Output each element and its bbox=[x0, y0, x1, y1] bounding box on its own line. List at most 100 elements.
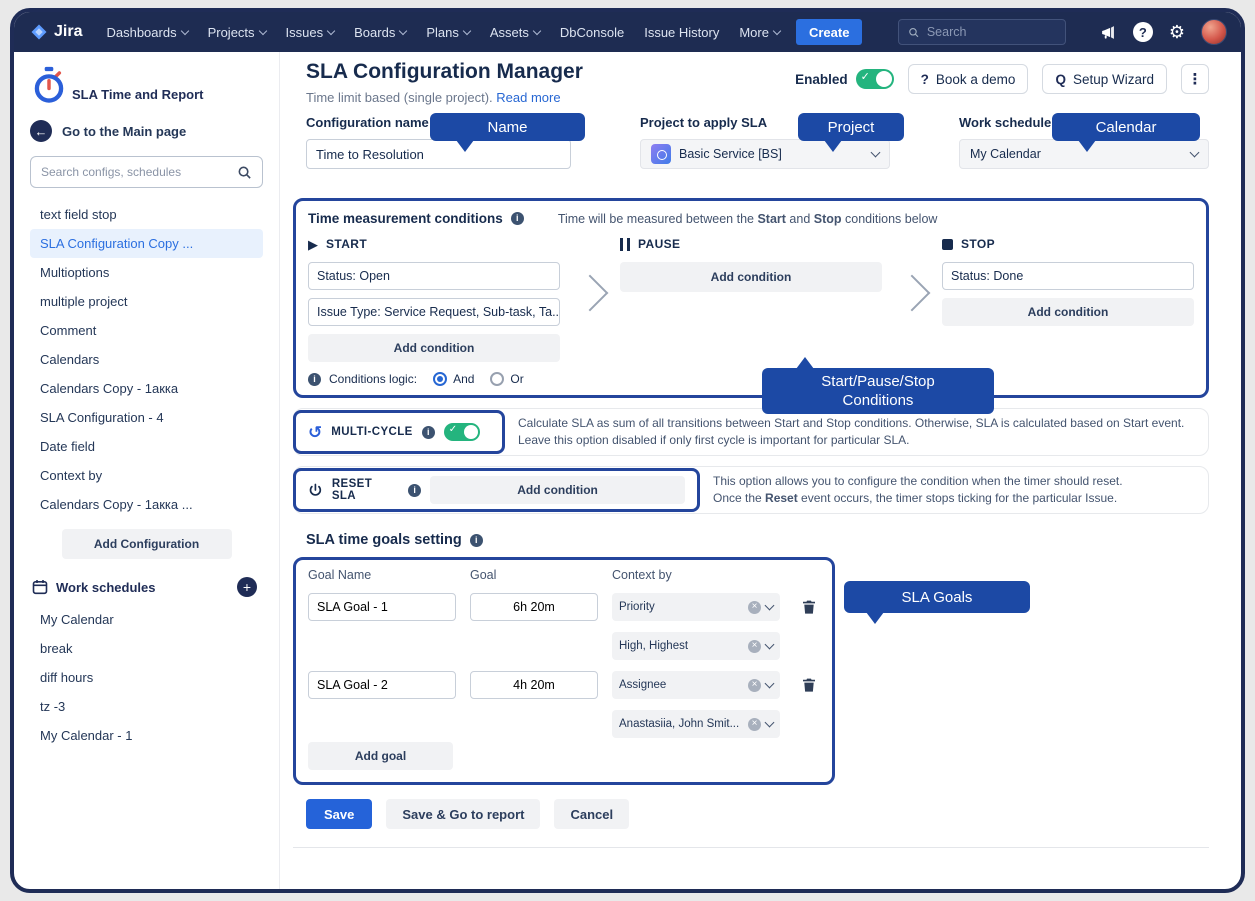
nav-item-plans[interactable]: Plans bbox=[416, 25, 480, 40]
config-name-input[interactable] bbox=[306, 139, 571, 169]
schedule-list-item[interactable]: My Calendar bbox=[30, 605, 263, 634]
add-schedule-button[interactable]: + bbox=[237, 577, 257, 597]
nav-item-boards[interactable]: Boards bbox=[344, 25, 416, 40]
info-icon[interactable] bbox=[408, 484, 421, 497]
start-condition-field[interactable]: Issue Type: Service Request, Sub-task, T… bbox=[308, 298, 560, 326]
start-column: ▶ START Status: Open Issue Type: Service… bbox=[308, 236, 560, 362]
config-list-item[interactable]: SLA Configuration - 4 bbox=[30, 403, 263, 432]
goal-name-input[interactable] bbox=[308, 593, 456, 621]
search-icon bbox=[237, 165, 252, 180]
context-select[interactable]: Priority × bbox=[612, 593, 780, 621]
delete-goal-button[interactable] bbox=[794, 592, 824, 622]
schedule-list: My Calendar break diff hours tz -3 My Ca… bbox=[30, 605, 263, 750]
clear-icon[interactable]: × bbox=[748, 679, 761, 692]
add-reset-condition-button[interactable]: Add condition bbox=[430, 476, 685, 504]
config-list-item-selected[interactable]: SLA Configuration Copy ... bbox=[30, 229, 263, 258]
config-list-item[interactable]: Date field bbox=[30, 432, 263, 461]
save-go-report-button[interactable]: Save & Go to report bbox=[386, 799, 540, 829]
context-value-select[interactable]: Anastasiia, John Smit... × bbox=[612, 710, 780, 738]
top-navbar: Jira Dashboards Projects Issues Boards P… bbox=[14, 12, 1241, 52]
logic-or-radio[interactable]: Or bbox=[490, 372, 523, 386]
info-icon[interactable] bbox=[470, 534, 483, 547]
setup-wizard-button[interactable]: Q Setup Wizard bbox=[1042, 64, 1167, 94]
schedule-list-item[interactable]: tz -3 bbox=[30, 692, 263, 721]
info-icon[interactable] bbox=[511, 212, 524, 225]
power-icon bbox=[308, 483, 323, 498]
config-list-item[interactable]: text field stop bbox=[30, 200, 263, 229]
nav-item-projects[interactable]: Projects bbox=[198, 25, 276, 40]
delete-goal-button[interactable] bbox=[794, 670, 824, 700]
back-to-main-link[interactable]: ← Go to the Main page bbox=[30, 120, 263, 142]
info-icon[interactable] bbox=[422, 426, 435, 439]
gear-icon[interactable]: ⚙ bbox=[1169, 23, 1185, 41]
goal-value-input[interactable] bbox=[470, 593, 598, 621]
chevron-down-icon bbox=[773, 26, 781, 34]
add-pause-condition-button[interactable]: Add condition bbox=[620, 262, 882, 292]
config-search-input[interactable] bbox=[41, 165, 237, 179]
jira-mark-icon bbox=[30, 23, 48, 41]
save-button[interactable]: Save bbox=[306, 799, 372, 829]
enabled-toggle[interactable]: ✓ bbox=[856, 69, 894, 89]
jira-logo[interactable]: Jira bbox=[30, 23, 82, 41]
annotation-callout-calendar: Calendar bbox=[1052, 113, 1200, 141]
reset-sla-description: This option allows you to configure the … bbox=[699, 467, 1137, 513]
multi-cycle-toggle[interactable]: ✓ bbox=[444, 423, 480, 441]
context-value-select[interactable]: High, Highest × bbox=[612, 632, 780, 660]
goal-name-input[interactable] bbox=[308, 671, 456, 699]
clear-icon[interactable]: × bbox=[748, 640, 761, 653]
global-search-input[interactable] bbox=[927, 25, 1057, 39]
config-search[interactable] bbox=[30, 156, 263, 188]
clear-icon[interactable]: × bbox=[748, 718, 761, 731]
config-list-item[interactable]: Calendars Copy - 1акка ... bbox=[30, 490, 263, 519]
user-avatar[interactable] bbox=[1201, 19, 1227, 45]
divider bbox=[293, 847, 1209, 848]
create-button[interactable]: Create bbox=[796, 19, 862, 45]
more-menu-button[interactable]: ⋮ bbox=[1181, 64, 1209, 94]
calendar-icon bbox=[32, 579, 48, 595]
info-icon[interactable] bbox=[308, 373, 321, 386]
logic-and-radio[interactable]: And bbox=[433, 372, 474, 386]
project-select[interactable]: Basic Service [BS] bbox=[640, 139, 890, 169]
nav-item-more[interactable]: More bbox=[729, 25, 790, 40]
nav-item-dashboards[interactable]: Dashboards bbox=[96, 25, 197, 40]
config-list-item[interactable]: Context by bbox=[30, 461, 263, 490]
config-list-item[interactable]: Calendars Copy - 1акка bbox=[30, 374, 263, 403]
annotation-callout-conditions: Start/Pause/Stop Conditions bbox=[762, 368, 994, 414]
book-demo-button[interactable]: ? Book a demo bbox=[908, 64, 1029, 94]
read-more-link[interactable]: Read more bbox=[496, 90, 560, 105]
add-start-condition-button[interactable]: Add condition bbox=[308, 334, 560, 362]
add-stop-condition-button[interactable]: Add condition bbox=[942, 298, 1194, 326]
page-title: SLA Configuration Manager bbox=[306, 58, 583, 85]
sidebar: SLA Time and Report ← Go to the Main pag… bbox=[14, 52, 280, 889]
config-list-item[interactable]: Comment bbox=[30, 316, 263, 345]
page-title-block: SLA Configuration Manager Time limit bas… bbox=[306, 58, 583, 105]
add-configuration-button[interactable]: Add Configuration bbox=[62, 529, 232, 559]
annotation-callout-name: Name bbox=[430, 113, 585, 141]
start-condition-field[interactable]: Status: Open bbox=[308, 262, 560, 290]
nav-item-assets[interactable]: Assets bbox=[480, 25, 550, 40]
multi-cycle-description: Calculate SLA as sum of all transitions … bbox=[504, 409, 1198, 455]
context-select[interactable]: Assignee × bbox=[612, 671, 780, 699]
announcements-icon[interactable] bbox=[1100, 24, 1117, 41]
schedule-list-item[interactable]: My Calendar - 1 bbox=[30, 721, 263, 750]
config-list-item[interactable]: Multioptions bbox=[30, 258, 263, 287]
nav-item-dbconsole[interactable]: DbConsole bbox=[550, 25, 634, 40]
cancel-button[interactable]: Cancel bbox=[554, 799, 629, 829]
nav-item-issues[interactable]: Issues bbox=[276, 25, 345, 40]
global-search[interactable] bbox=[898, 19, 1066, 45]
multi-cycle-panel: ↺ MULTI-CYCLE ✓ bbox=[293, 410, 505, 454]
add-goal-button[interactable]: Add goal bbox=[308, 742, 453, 770]
schedule-list-item[interactable]: diff hours bbox=[30, 663, 263, 692]
nav-item-issue-history[interactable]: Issue History bbox=[634, 25, 729, 40]
config-list-item[interactable]: multiple project bbox=[30, 287, 263, 316]
config-list-item[interactable]: Calendars bbox=[30, 345, 263, 374]
clear-icon[interactable]: × bbox=[748, 601, 761, 614]
help-icon[interactable]: ? bbox=[1133, 22, 1153, 42]
stop-condition-field[interactable]: Status: Done bbox=[942, 262, 1194, 290]
goals-panel: Goal Name Goal Context by Priority × bbox=[293, 557, 835, 785]
schedule-list-item[interactable]: break bbox=[30, 634, 263, 663]
chevron-down-icon bbox=[765, 679, 775, 689]
goal-value-input[interactable] bbox=[470, 671, 598, 699]
project-avatar-icon bbox=[651, 144, 671, 164]
context-by-header: Context by bbox=[612, 568, 780, 582]
